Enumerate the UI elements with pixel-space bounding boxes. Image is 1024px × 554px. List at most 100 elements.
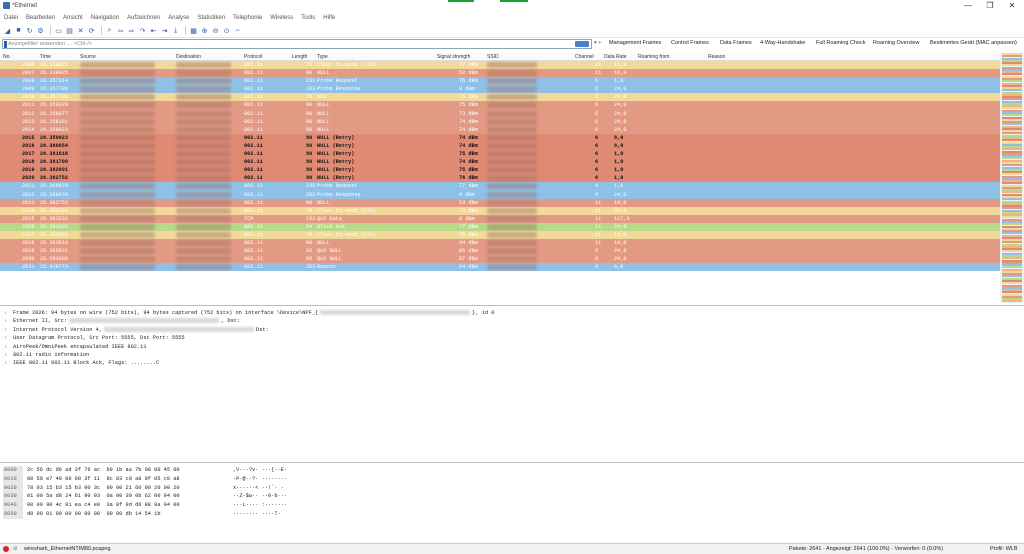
zoom-normal-icon[interactable]: ⊙ bbox=[222, 26, 231, 35]
stop-icon[interactable]: ■ bbox=[14, 26, 23, 35]
filter-button[interactable]: Management Frames bbox=[609, 40, 661, 46]
close-button[interactable]: ✕ bbox=[1002, 1, 1022, 11]
resize-columns-icon[interactable]: ⇔ bbox=[233, 26, 242, 35]
column-header[interactable]: Length bbox=[292, 54, 307, 60]
detail-tree-item[interactable]: › Frame 2026: 94 bytes on wire (752 bits)… bbox=[0, 309, 1024, 317]
filter-button[interactable]: Data Frames bbox=[720, 40, 752, 46]
options-gear-icon[interactable]: ⚙ bbox=[36, 26, 45, 35]
column-header[interactable]: Signal strength bbox=[437, 54, 470, 60]
status-profile[interactable]: Profil: WLB bbox=[990, 546, 1018, 552]
packet-row[interactable]: 2007 26.338025 802.11 90 NULL 52 dBm 11 18,0 bbox=[0, 69, 1000, 78]
expert-info-icon[interactable]: ⊘ bbox=[13, 546, 18, 552]
shark-fin-start-icon[interactable]: ◢ bbox=[3, 26, 12, 35]
menu-item[interactable]: Datei bbox=[4, 15, 18, 21]
back-arrow-icon[interactable]: ⇦ bbox=[116, 26, 125, 35]
packet-row[interactable]: 2028 26.383510 802.11 90 NULL 34 dBm 11 18,0 bbox=[0, 239, 1000, 248]
zoom-out-icon[interactable]: ⊖ bbox=[211, 26, 220, 35]
packet-row[interactable]: 2018 26.361709 802.11 90 NULL (Retry) 74 dBm 6… bbox=[0, 158, 1000, 167]
expand-chevron-icon[interactable]: › bbox=[4, 317, 7, 325]
detail-tree-item[interactable]: › AiroPeek/OmniPeek encapsulated IEEE 802… bbox=[0, 343, 1024, 351]
maximize-button[interactable]: ❐ bbox=[980, 1, 1000, 11]
goto-packet-icon[interactable]: ↷ bbox=[138, 26, 147, 35]
column-header[interactable]: Type bbox=[317, 54, 328, 60]
menu-item[interactable]: Statistiken bbox=[197, 15, 225, 21]
packet-row[interactable]: 2030 26.393668 802.11 92 QoS NULL 87 dBm 6 24,0 bbox=[0, 255, 1000, 264]
packet-row[interactable]: 2021 26.368678 802.11 235 Probe Request 77 dB… bbox=[0, 182, 1000, 191]
detail-tree-item[interactable]: › Internet Protocol Version 4, Dst: bbox=[0, 326, 1024, 334]
forward-arrow-icon[interactable]: ⇨ bbox=[127, 26, 136, 35]
packet-row[interactable]: 2009 26.357798 802.11 203 Probe Response 0 dB… bbox=[0, 85, 1000, 94]
hex-row[interactable]: 0020 78 03 15 b3 15 b3 00 3c 00 00 21 60 … bbox=[0, 483, 1024, 493]
hex-row[interactable]: 0000 2c 56 dc d6 ad 3f 76 ac b9 1b aa 7b … bbox=[0, 466, 1024, 475]
menu-item[interactable]: Telephonie bbox=[233, 15, 262, 21]
packet-row[interactable]: 2014 26.358023 802.11 90 NULL 74 dBm 6 24,0 bbox=[0, 125, 1000, 134]
packet-row[interactable]: 2031 26.419773 802.11 353 Beacon 84 dBm 6 6,0 bbox=[0, 263, 1000, 272]
detail-tree-item[interactable]: › User Datagram Protocol, Src Port: 5555,… bbox=[0, 334, 1024, 342]
menu-item[interactable]: Hilfe bbox=[323, 15, 335, 21]
filter-button[interactable]: Roaming Overview bbox=[873, 40, 919, 46]
expand-chevron-icon[interactable]: › bbox=[4, 343, 7, 351]
menu-item[interactable]: Bearbeiten bbox=[26, 15, 55, 21]
expand-chevron-icon[interactable]: › bbox=[4, 359, 7, 367]
packet-row[interactable]: 2016 26.360054 802.11 90 NULL (Retry) 74 dBm 6… bbox=[0, 141, 1000, 151]
column-header[interactable]: SSID bbox=[487, 54, 499, 60]
filter-button[interactable]: Full Roaming Check bbox=[816, 40, 866, 46]
menu-item[interactable]: Wireless bbox=[270, 15, 293, 21]
column-header[interactable]: Channel bbox=[575, 54, 594, 60]
column-header[interactable]: Roaming from bbox=[638, 54, 669, 60]
expand-chevron-icon[interactable]: › bbox=[4, 309, 7, 317]
menu-item[interactable]: Tools bbox=[301, 15, 315, 21]
packet-row[interactable]: 2011 26.358029 802.11 90 NULL 75 dBm 6 24,0 bbox=[0, 101, 1000, 110]
packet-row[interactable]: 2026 26.383303 802.11 94 Block Ack 77 dBm 11 24… bbox=[0, 222, 1000, 231]
packet-row[interactable]: 2010 26.357798 802.11 76 ACK 75 dBm 6 24,0 bbox=[0, 93, 1000, 102]
display-filter-input[interactable]: Anzeigefilter anwenden … <Ctrl-/> bbox=[2, 39, 592, 49]
colorize-icon[interactable]: ▦ bbox=[189, 26, 198, 35]
open-file-icon[interactable]: ▭ bbox=[54, 26, 63, 35]
apply-filter-arrow-icon[interactable] bbox=[575, 41, 589, 47]
menu-item[interactable]: Navigation bbox=[91, 15, 119, 21]
hex-row[interactable]: 0010 00 50 e7 40 00 00 3f 11 8c 83 c0 a8 … bbox=[0, 474, 1024, 484]
detail-tree-item[interactable]: › Ethernet II, Src: , Dst: bbox=[0, 317, 1024, 325]
packet-row[interactable]: 2020 26.362752 802.11 90 NULL (Retry) 76 dBm 6… bbox=[0, 174, 1000, 183]
expand-chevron-icon[interactable]: › bbox=[4, 326, 7, 334]
menu-item[interactable]: Aufzeichnen bbox=[127, 15, 160, 21]
packet-row[interactable]: 2008 26.357614 802.11 231 Probe Request 76 dB… bbox=[0, 77, 1000, 86]
bookmark-icon[interactable] bbox=[4, 41, 7, 48]
packet-row[interactable]: 2022 26.368678 802.11 203 Probe Response 0 dB… bbox=[0, 190, 1000, 199]
column-header[interactable]: No. bbox=[3, 54, 11, 60]
filter-button[interactable]: Control Frames bbox=[671, 40, 709, 46]
capture-status-icon[interactable] bbox=[3, 546, 9, 552]
packet-row[interactable]: 2012 26.358077 802.11 90 NULL 73 dBm 6 24,0 bbox=[0, 109, 1000, 118]
packet-row[interactable]: 2015 26.359023 802.11 90 NULL (Retry) 74 dBm 6… bbox=[0, 133, 1000, 142]
minimize-button[interactable]: — bbox=[958, 1, 978, 11]
close-file-icon[interactable]: ✕ bbox=[76, 26, 85, 35]
reload-icon[interactable]: ⟳ bbox=[87, 26, 96, 35]
restart-icon[interactable]: ↻ bbox=[25, 26, 34, 35]
packet-row[interactable]: 2029 26.385821 802.11 92 QoS NULL 85 dBm 6 24,0 bbox=[0, 247, 1000, 256]
find-icon[interactable]: ⌕ bbox=[105, 26, 114, 35]
hex-row[interactable]: 0050 d0 00 01 00 00 00 00 00 00 00 db 14 … bbox=[0, 509, 1024, 519]
save-icon[interactable]: ▤ bbox=[65, 26, 74, 35]
expand-chevron-icon[interactable]: › bbox=[4, 351, 7, 359]
detail-tree-item[interactable]: › 802.11 radio information bbox=[0, 351, 1024, 359]
column-header[interactable]: Time bbox=[40, 54, 51, 60]
menu-item[interactable]: Analyse bbox=[168, 15, 189, 21]
hex-row[interactable]: 0030 01 00 5a d8 24 61 90 93 0a 00 30 0b … bbox=[0, 492, 1024, 502]
column-header[interactable]: Protocol bbox=[244, 54, 262, 60]
autoscroll-icon[interactable]: ⤓ bbox=[171, 26, 180, 35]
hex-row[interactable]: 0040 00 00 90 4c 81 ea c4 e0 3a 8f 9d d6 … bbox=[0, 501, 1024, 510]
packet-row[interactable]: 2024 26.383144 802.11 70 Clear-to-send (CTS)… bbox=[0, 206, 1000, 215]
packet-row[interactable]: 2006 26.338021 802.11 70 Clear-to-send (CTS)… bbox=[0, 61, 1000, 70]
column-header[interactable]: Data Rate bbox=[604, 54, 627, 60]
detail-tree-item[interactable]: › IEEE 802.11 802.11 Block Ack, Flags: ..… bbox=[0, 359, 1024, 367]
filter-dropdown-icon[interactable]: ▾ + bbox=[594, 40, 602, 46]
expand-chevron-icon[interactable]: › bbox=[4, 334, 7, 342]
packet-row[interactable]: 2019 26.362091 802.11 90 NULL (Retry) 75 dBm 6… bbox=[0, 166, 1000, 175]
packet-row[interactable]: 2025 26.383231 TCP 152 QoS Data 0 dBm 11 117,0 bbox=[0, 214, 1000, 223]
packet-row[interactable]: 2027 26.383465 802.11 70 Clear-to-send (CTS)… bbox=[0, 230, 1000, 240]
packet-minimap-scrollbar[interactable] bbox=[1000, 53, 1024, 303]
last-packet-icon[interactable]: ⇥ bbox=[160, 26, 169, 35]
column-header[interactable]: Destination bbox=[176, 54, 201, 60]
column-header[interactable]: Reason bbox=[708, 54, 725, 60]
menu-item[interactable]: Ansicht bbox=[63, 15, 83, 21]
